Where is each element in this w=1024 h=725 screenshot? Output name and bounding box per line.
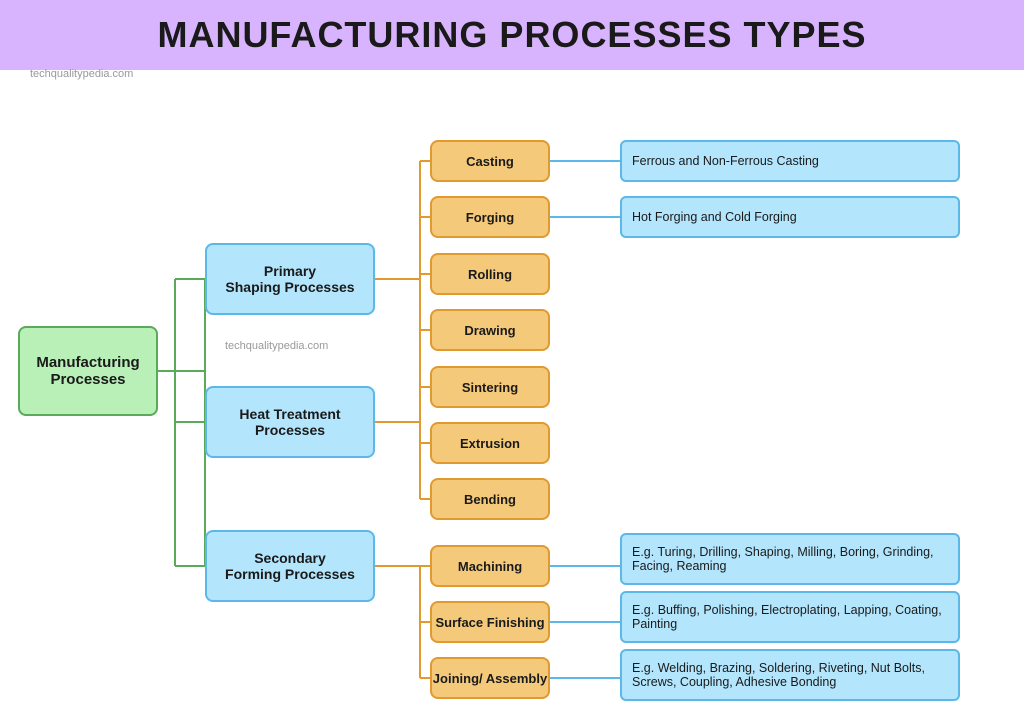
- box-forging: Forging: [430, 196, 550, 238]
- secondary-label: Secondary Forming Processes: [225, 550, 355, 582]
- box-primary-shaping: Primary Shaping Processes: [205, 243, 375, 315]
- mfg-label: Manufacturing Processes: [36, 354, 139, 388]
- box-rolling: Rolling: [430, 253, 550, 295]
- detail-machining: E.g. Turing, Drilling, Shaping, Milling,…: [620, 533, 960, 585]
- box-casting: Casting: [430, 140, 550, 182]
- surface-label: Surface Finishing: [435, 615, 544, 630]
- box-drawing: Drawing: [430, 309, 550, 351]
- rolling-label: Rolling: [468, 267, 512, 282]
- detail-ferrous: Ferrous and Non-Ferrous Casting: [620, 140, 960, 182]
- drawing-label: Drawing: [464, 323, 515, 338]
- surface-detail: E.g. Buffing, Polishing, Electroplating,…: [632, 603, 948, 631]
- machining-detail: E.g. Turing, Drilling, Shaping, Milling,…: [632, 545, 948, 573]
- machining-label: Machining: [458, 559, 522, 574]
- casting-label: Casting: [466, 154, 514, 169]
- box-joining: Joining/ Assembly: [430, 657, 550, 699]
- box-machining: Machining: [430, 545, 550, 587]
- forging-detail: Hot Forging and Cold Forging: [632, 210, 797, 224]
- box-bending: Bending: [430, 478, 550, 520]
- detail-forging: Hot Forging and Cold Forging: [620, 196, 960, 238]
- detail-joining: E.g. Welding, Brazing, Soldering, Riveti…: [620, 649, 960, 701]
- box-extrusion: Extrusion: [430, 422, 550, 464]
- extrusion-label: Extrusion: [460, 436, 520, 451]
- box-manufacturing: Manufacturing Processes: [18, 326, 158, 416]
- page-title: MANUFACTURING PROCESSES TYPES: [10, 14, 1014, 56]
- box-sintering: Sintering: [430, 366, 550, 408]
- detail-surface: E.g. Buffing, Polishing, Electroplating,…: [620, 591, 960, 643]
- box-secondary-forming: Secondary Forming Processes: [205, 530, 375, 602]
- bending-label: Bending: [464, 492, 516, 507]
- box-surface-finishing: Surface Finishing: [430, 601, 550, 643]
- box-heat-treatment: Heat Treatment Processes: [205, 386, 375, 458]
- sintering-label: Sintering: [462, 380, 518, 395]
- forging-label: Forging: [466, 210, 514, 225]
- page: MANUFACTURING PROCESSES TYPES techqualit…: [0, 0, 1024, 725]
- diagram: Manufacturing Processes Primary Shaping …: [0, 58, 1024, 725]
- ferrous-detail: Ferrous and Non-Ferrous Casting: [632, 154, 819, 168]
- primary-label: Primary Shaping Processes: [225, 263, 354, 295]
- joining-label: Joining/ Assembly: [433, 671, 547, 686]
- joining-detail: E.g. Welding, Brazing, Soldering, Riveti…: [632, 661, 948, 689]
- heat-label: Heat Treatment Processes: [239, 406, 340, 438]
